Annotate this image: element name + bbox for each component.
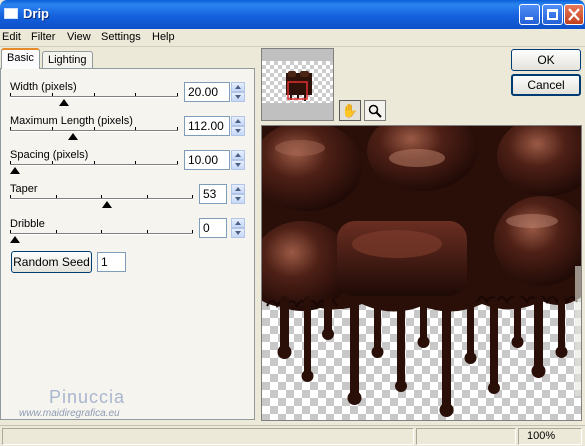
- spin-up-icon[interactable]: [231, 82, 245, 92]
- pan-tool-button[interactable]: ✋: [339, 100, 361, 121]
- maximize-button[interactable]: [542, 4, 563, 25]
- width-input[interactable]: 20.00: [184, 82, 230, 102]
- window-icon: [4, 8, 18, 19]
- slider-thumb[interactable]: [10, 167, 20, 174]
- slider-tick: [147, 195, 148, 198]
- max-length-slider[interactable]: [10, 127, 178, 141]
- spacing-input[interactable]: 10.00: [184, 150, 230, 170]
- menu-edit[interactable]: Edit: [2, 31, 21, 43]
- menu-filter[interactable]: Filter: [31, 31, 55, 43]
- slider-tick: [94, 93, 95, 96]
- navigator-thumbnail[interactable]: [261, 48, 334, 121]
- slider-tick: [10, 161, 11, 164]
- tab-basic[interactable]: Basic: [1, 48, 40, 69]
- slider-tick: [52, 161, 53, 164]
- slider-tick: [10, 230, 11, 233]
- close-button[interactable]: [564, 4, 584, 25]
- spacing-spinner[interactable]: [231, 150, 245, 170]
- status-message-cell: [2, 428, 414, 445]
- maximize-icon: [547, 9, 558, 20]
- random-seed-input[interactable]: 1: [97, 252, 126, 272]
- spin-up-icon[interactable]: [231, 116, 245, 126]
- spin-down-icon[interactable]: [231, 194, 245, 204]
- slider-thumb[interactable]: [68, 133, 78, 140]
- slider-tick: [101, 230, 102, 233]
- slider-tick: [10, 127, 11, 130]
- zoom-level: 100%: [527, 430, 556, 442]
- spin-down-icon[interactable]: [231, 92, 245, 102]
- spin-up-icon[interactable]: [231, 150, 245, 160]
- slider-tick: [192, 230, 193, 233]
- slider-tick: [135, 93, 136, 96]
- spin-down-icon[interactable]: [231, 228, 245, 238]
- menu-view[interactable]: View: [67, 31, 91, 43]
- slider-tick: [56, 195, 57, 198]
- title-bar[interactable]: Drip: [0, 0, 585, 30]
- minimize-icon: [525, 17, 533, 20]
- max-length-input[interactable]: 112.00: [184, 116, 230, 136]
- width-slider[interactable]: [10, 93, 178, 107]
- zoom-icon: [368, 104, 382, 118]
- preview-image[interactable]: [261, 125, 582, 421]
- window-title: Drip: [23, 6, 49, 21]
- status-bar: 100%: [0, 425, 585, 446]
- ok-button[interactable]: OK: [511, 49, 581, 71]
- taper-input[interactable]: 53: [199, 184, 227, 204]
- taper-spinner[interactable]: [231, 184, 245, 204]
- taper-slider[interactable]: [10, 195, 193, 209]
- thumbnail-image: [262, 49, 333, 120]
- tab-strip: Basic Lighting: [0, 48, 255, 69]
- preview-canvas: [262, 126, 581, 420]
- slider-tick: [101, 195, 102, 198]
- max-length-spinner[interactable]: [231, 116, 245, 136]
- slider-thumb[interactable]: [10, 236, 20, 243]
- slider-thumb[interactable]: [102, 201, 112, 208]
- slider-tick: [135, 127, 136, 130]
- dribble-spinner[interactable]: [231, 218, 245, 238]
- spacing-slider[interactable]: [10, 161, 178, 175]
- cancel-button[interactable]: Cancel: [511, 74, 581, 96]
- spin-down-icon[interactable]: [231, 160, 245, 170]
- zoom-tool-button[interactable]: [364, 100, 386, 121]
- spacing-label: Spacing (pixels): [10, 149, 89, 161]
- menu-settings[interactable]: Settings: [101, 31, 141, 43]
- menu-bar: Edit Filter View Settings Help: [0, 29, 585, 47]
- hand-icon: ✋: [341, 102, 359, 118]
- width-label: Width (pixels): [10, 81, 77, 93]
- status-zoom-cell: 100%: [518, 428, 582, 445]
- slider-tick: [94, 127, 95, 130]
- slider-tick: [10, 195, 11, 198]
- menu-help[interactable]: Help: [152, 31, 175, 43]
- slider-tick: [10, 93, 11, 96]
- dribble-input[interactable]: 0: [199, 218, 227, 238]
- width-spinner[interactable]: [231, 82, 245, 102]
- slider-tick: [56, 230, 57, 233]
- slider-tick: [192, 195, 193, 198]
- watermark-url: www.maidiregrafica.eu: [19, 408, 120, 419]
- slider-thumb[interactable]: [59, 99, 69, 106]
- tab-lighting[interactable]: Lighting: [42, 51, 93, 69]
- slider-tick: [177, 127, 178, 130]
- slider-tick: [177, 93, 178, 96]
- random-seed-button[interactable]: Random Seed: [11, 251, 92, 273]
- spin-down-icon[interactable]: [231, 126, 245, 136]
- spin-up-icon[interactable]: [231, 218, 245, 228]
- dribble-label: Dribble: [10, 218, 45, 230]
- watermark-name: Pinuccia: [49, 387, 126, 407]
- slider-tick: [147, 230, 148, 233]
- taper-label: Taper: [10, 183, 38, 195]
- dribble-slider[interactable]: [10, 230, 193, 244]
- minimize-button[interactable]: [519, 4, 540, 25]
- close-icon: [568, 8, 580, 21]
- slider-tick: [94, 161, 95, 164]
- slider-tick: [52, 93, 53, 96]
- slider-tick: [177, 161, 178, 164]
- status-info-cell: [416, 428, 516, 445]
- slider-tick: [52, 127, 53, 130]
- basic-settings-panel: Width (pixels) 20.00 Maximum Length (pix…: [0, 68, 255, 420]
- slider-tick: [135, 161, 136, 164]
- spin-up-icon[interactable]: [231, 184, 245, 194]
- max-length-label: Maximum Length (pixels): [10, 115, 133, 127]
